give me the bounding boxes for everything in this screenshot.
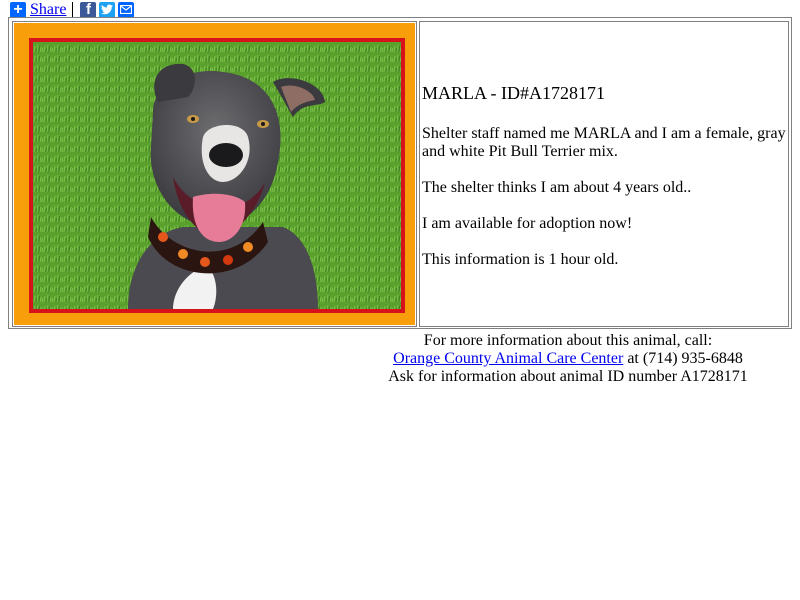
facebook-icon[interactable]: f: [80, 1, 97, 18]
plus-icon[interactable]: +: [10, 1, 26, 18]
share-bar: + Share f: [10, 1, 135, 19]
dog-photo-illustration: [33, 42, 401, 309]
animal-details-cell: MARLA - ID#A1728171 Shelter staff named …: [419, 21, 789, 327]
animal-photo: [29, 38, 405, 313]
contact-line1: For more information about this animal, …: [423, 332, 713, 349]
availability-text: I am available for adoption now!: [422, 215, 633, 232]
animal-age: The shelter thinks I am about 4 years ol…: [422, 179, 692, 196]
animal-description: Shelter staff named me MARLA and I am a …: [422, 125, 786, 160]
shelter-link[interactable]: Orange County Animal Care Center: [393, 350, 623, 367]
animal-title: MARLA - ID#A1728171: [422, 83, 605, 103]
photo-cell: [12, 21, 417, 327]
contact-line3: Ask for information about animal ID numb…: [388, 368, 748, 385]
contact-line2: Orange County Animal Care Center at (714…: [336, 350, 800, 368]
animal-info-table: MARLA - ID#A1728171 Shelter staff named …: [8, 17, 792, 329]
twitter-icon[interactable]: [99, 1, 116, 18]
contact-info: For more information about this animal, …: [336, 332, 800, 386]
share-link[interactable]: Share: [30, 1, 66, 19]
divider: [72, 1, 74, 18]
photo-frame: [14, 23, 415, 325]
phone-text: at (714) 935-6848: [623, 350, 743, 367]
email-icon[interactable]: [118, 1, 135, 18]
freshness-text: This information is 1 hour old.: [422, 251, 619, 268]
